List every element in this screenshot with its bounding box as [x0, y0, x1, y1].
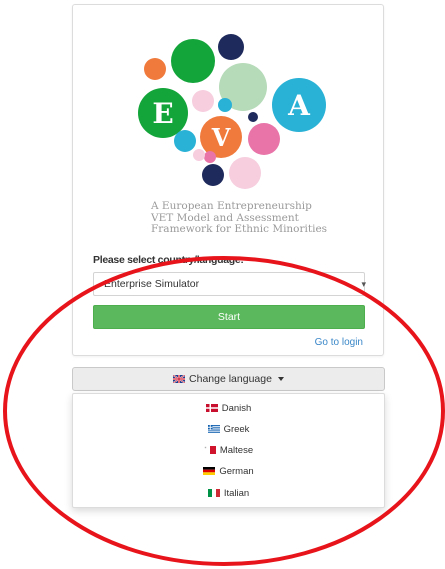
- logo-bubble: [144, 58, 166, 80]
- language-option-label: Italian: [223, 487, 250, 499]
- language-dropdown: Danish Greek Maltese German Italian: [72, 393, 385, 508]
- language-option-danish[interactable]: Danish: [73, 401, 384, 415]
- logo-letter-v: V: [211, 123, 231, 152]
- change-language-button[interactable]: Change language: [72, 367, 385, 391]
- tagline-line: Framework for Ethnic Minorities: [151, 223, 328, 235]
- language-option-greek[interactable]: Greek: [73, 422, 384, 436]
- login-card: E V A A European Entrepreneurship VET Mo…: [72, 4, 384, 356]
- logo-bubble: [229, 157, 261, 189]
- logo-bubble: [204, 151, 216, 163]
- logo-bubble: [174, 130, 196, 152]
- logo-bubble: [193, 149, 205, 161]
- language-option-label: German: [219, 465, 254, 477]
- logo-bubble: [192, 90, 214, 112]
- start-button[interactable]: Start: [93, 305, 365, 329]
- tagline-line: A European Entrepreneurship: [151, 200, 312, 212]
- change-language-label: Change language: [189, 373, 272, 385]
- flag-gr-icon: [207, 425, 220, 433]
- logo-bubble: [248, 123, 280, 155]
- tagline: A European Entrepreneurship VET Model an…: [151, 200, 351, 236]
- logo-bubble: [202, 164, 224, 186]
- flag-uk-icon: [173, 375, 186, 383]
- language-option-label: Greek: [223, 423, 250, 435]
- language-option-italian[interactable]: Italian: [73, 486, 384, 500]
- caret-down-icon: [277, 377, 284, 381]
- go-to-login-link[interactable]: Go to login: [315, 337, 363, 348]
- logo-letter-e: E: [152, 97, 173, 130]
- flag-dk-icon: [205, 404, 218, 412]
- select-value: Enterprise Simulator: [104, 278, 200, 290]
- flag-de-icon: [203, 467, 216, 475]
- flag-it-icon: [207, 489, 220, 497]
- language-option-maltese[interactable]: Maltese: [73, 443, 384, 457]
- language-option-label: Danish: [221, 402, 252, 414]
- language-option-label: Maltese: [219, 444, 254, 456]
- language-option-german[interactable]: German: [73, 464, 384, 478]
- select-label: Please select country/language:: [93, 254, 244, 266]
- country-language-select[interactable]: Enterprise Simulator ▾: [93, 272, 366, 296]
- flag-mt-icon: [203, 446, 216, 454]
- logo-letter-a: A: [287, 89, 311, 122]
- logo-bubble: [218, 98, 232, 112]
- logo-bubble: [218, 34, 244, 60]
- logo-bubble: [248, 112, 258, 122]
- chevron-down-icon: ▾: [361, 279, 366, 289]
- logo-bubble: [171, 39, 215, 83]
